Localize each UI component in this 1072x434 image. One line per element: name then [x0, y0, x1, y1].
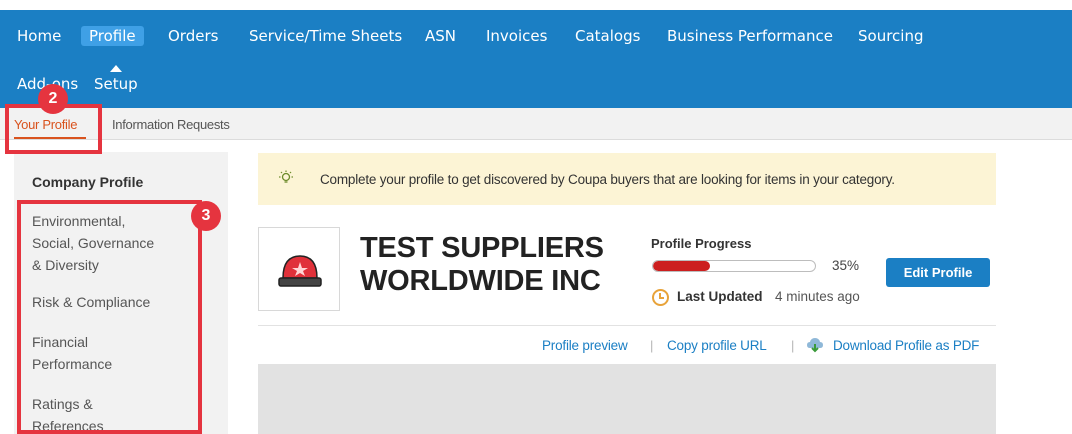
- nav-profile[interactable]: Profile: [81, 26, 144, 46]
- profile-preview-area: [258, 364, 996, 434]
- annotation-badge-3: 3: [191, 201, 221, 231]
- nav-business-performance[interactable]: Business Performance: [667, 26, 833, 46]
- lightbulb-icon: [279, 170, 293, 183]
- company-name-line1: TEST SUPPLIERS: [360, 232, 604, 264]
- company-name: TEST SUPPLIERS WORLDWIDE INC: [360, 232, 640, 298]
- company-name-line2: WORLDWIDE INC: [360, 265, 601, 297]
- clock-icon: [652, 289, 669, 306]
- last-updated-label: Last Updated: [677, 289, 763, 304]
- divider: [258, 325, 996, 326]
- nav-invoices[interactable]: Invoices: [486, 26, 547, 46]
- tab-information-requests[interactable]: Information Requests: [112, 117, 230, 133]
- nav-asn[interactable]: ASN: [425, 26, 456, 46]
- profile-completion-banner: Complete your profile to get discovered …: [258, 153, 996, 205]
- profile-progress-fill: [653, 261, 710, 271]
- link-separator: |: [791, 338, 795, 353]
- annotation-badge-2: 2: [38, 84, 68, 114]
- nav-orders[interactable]: Orders: [168, 26, 218, 46]
- last-updated-time: 4 minutes ago: [775, 289, 860, 304]
- annotation-box-3: [17, 200, 202, 434]
- cloud-download-icon[interactable]: [806, 337, 824, 353]
- download-profile-pdf-link[interactable]: Download Profile as PDF: [833, 338, 979, 353]
- nav-service-time-sheets[interactable]: Service/Time Sheets: [249, 26, 402, 46]
- nav-sourcing[interactable]: Sourcing: [858, 26, 924, 46]
- active-caret-icon: [110, 65, 122, 72]
- profile-progress-bar: [652, 260, 816, 272]
- sidebar-heading-company-profile[interactable]: Company Profile: [32, 174, 143, 190]
- copy-profile-url-link[interactable]: Copy profile URL: [667, 338, 767, 353]
- nav-home[interactable]: Home: [17, 26, 61, 46]
- profile-progress-percent: 35%: [832, 258, 860, 273]
- profile-preview-link[interactable]: Profile preview: [542, 338, 628, 353]
- nav-catalogs[interactable]: Catalogs: [575, 26, 640, 46]
- link-separator: |: [650, 338, 654, 353]
- siren-light-icon: [278, 255, 322, 287]
- company-logo: [258, 227, 340, 311]
- top-navigation-bar: Home Profile Orders Service/Time Sheets …: [0, 10, 1072, 108]
- edit-profile-button[interactable]: Edit Profile: [886, 258, 990, 287]
- profile-progress-label: Profile Progress: [651, 236, 752, 251]
- nav-setup[interactable]: Setup: [94, 74, 138, 94]
- banner-message: Complete your profile to get discovered …: [320, 172, 895, 187]
